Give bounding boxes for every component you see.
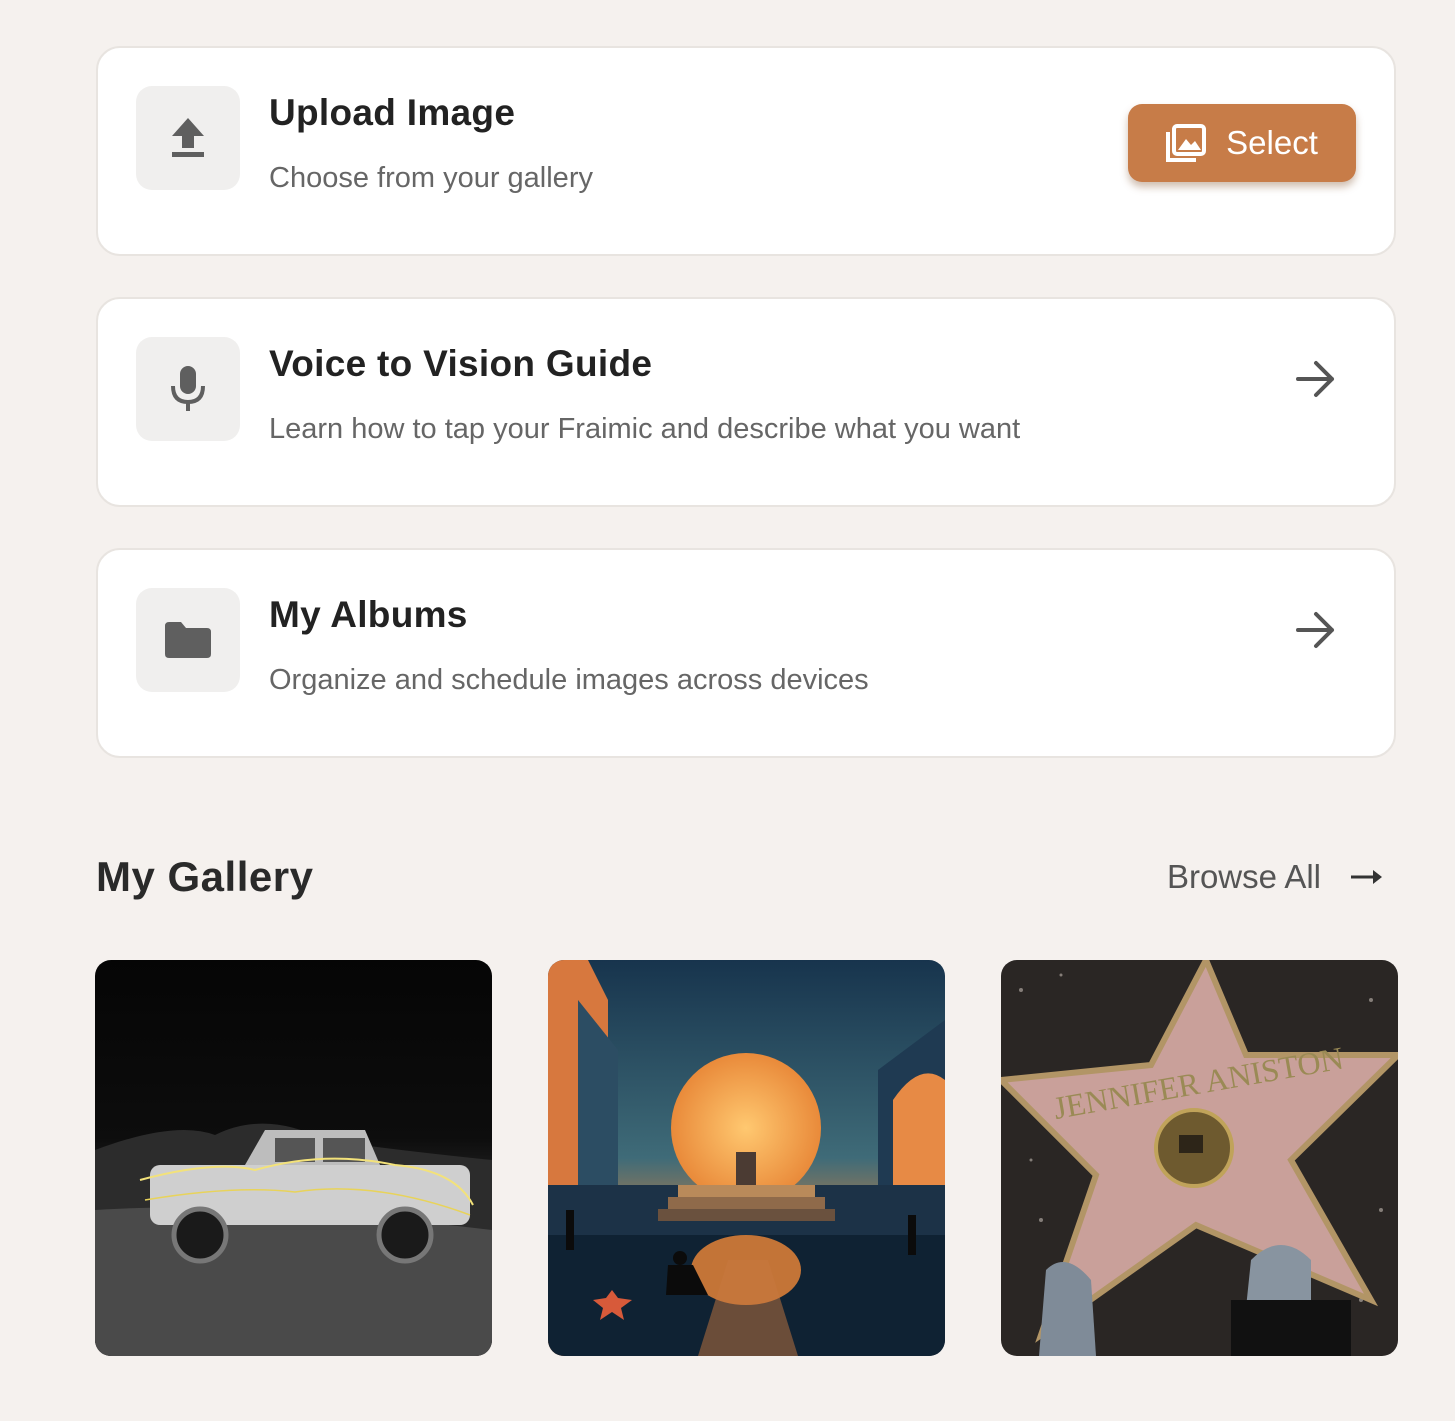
walk-of-fame-image: JENNIFER ANISTON (1001, 960, 1398, 1356)
photo-library-icon (1166, 124, 1207, 162)
select-button-label: Select (1226, 124, 1318, 161)
upload-icon (172, 118, 204, 157)
gallery-image-star[interactable]: JENNIFER ANISTON (1001, 960, 1398, 1356)
card-title: My Albums (269, 594, 468, 635)
sunset-image (548, 960, 945, 1356)
my-albums-card[interactable]: My Albums Organize and schedule images a… (96, 548, 1396, 758)
folder-icon (165, 622, 211, 658)
microphone-icon (171, 366, 205, 411)
browse-all-label: Browse All (1166, 858, 1321, 895)
gallery-image-sunset[interactable] (548, 960, 945, 1356)
folder-icon-box (136, 588, 240, 692)
card-subtitle: Learn how to tap your Fraimic and descri… (269, 413, 1021, 445)
upload-icon-box (136, 86, 240, 190)
browse-all-link[interactable]: Browse All (1167, 858, 1385, 896)
truck-image (95, 960, 492, 1356)
select-button[interactable]: Select (1128, 104, 1356, 182)
microphone-icon-box (136, 337, 240, 441)
card-title: Upload Image (269, 92, 516, 133)
upload-image-card[interactable]: Upload Image Choose from your gallery Se… (96, 46, 1396, 256)
arrow-right-icon[interactable] (1294, 608, 1338, 652)
gallery-image-truck[interactable] (95, 960, 492, 1356)
card-subtitle: Organize and schedule images across devi… (269, 664, 869, 696)
card-title: Voice to Vision Guide (269, 343, 653, 384)
gallery-title: My Gallery (96, 853, 314, 900)
voice-guide-card[interactable]: Voice to Vision Guide Learn how to tap y… (96, 297, 1396, 507)
long-arrow-right-icon (1351, 870, 1382, 884)
arrow-right-icon[interactable] (1294, 357, 1338, 401)
card-subtitle: Choose from your gallery (269, 162, 593, 194)
